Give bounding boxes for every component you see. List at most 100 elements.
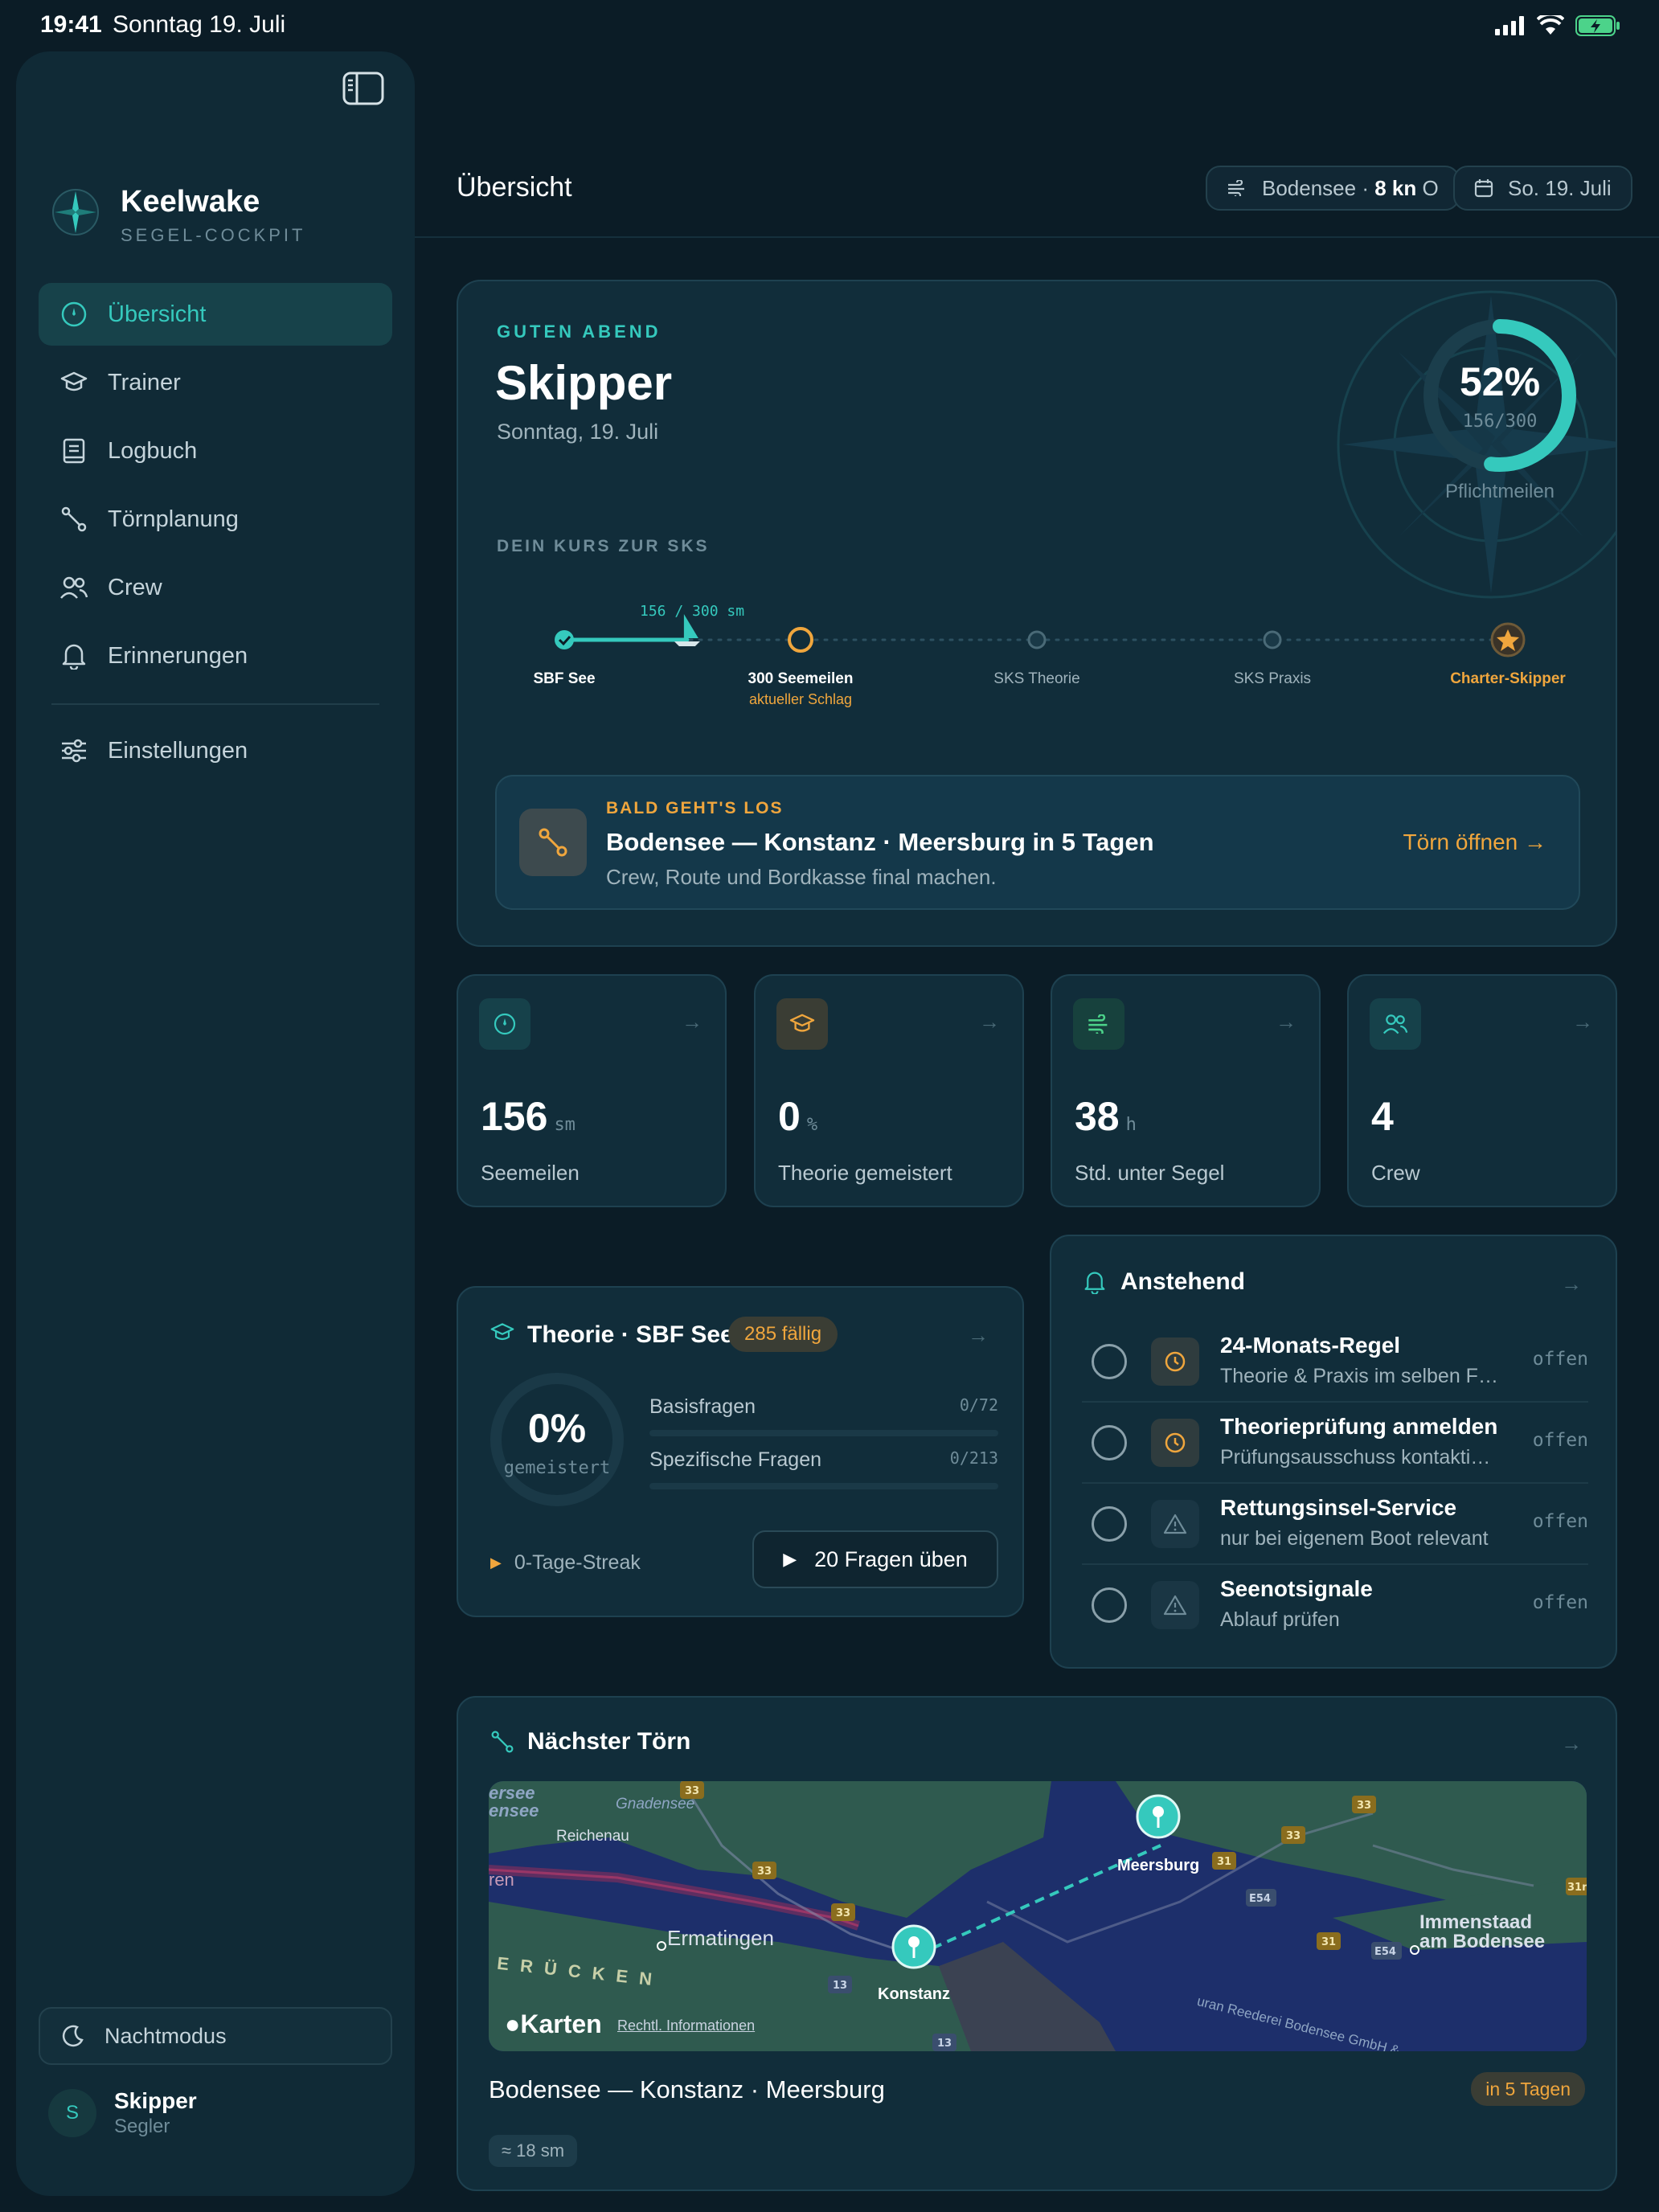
sidebar-toggle-icon[interactable] [342, 71, 384, 106]
open-trip-link[interactable]: Törn öffnen → [1403, 830, 1546, 855]
stop-label-sbf: SBF See [533, 670, 596, 687]
status-badge: offen [1532, 1511, 1588, 1532]
sidebar: Keelwake SEGEL-COCKPIT Übersicht Trainer… [16, 51, 415, 2196]
sliders-icon [62, 739, 86, 763]
stop-label-charter: Charter-Skipper [1450, 670, 1566, 687]
map-legal-link[interactable]: Rechtl. Informationen [617, 2017, 755, 2034]
streak-indicator: ▶ 0-Tage-Streak [490, 1551, 641, 1575]
status-badge: offen [1532, 1592, 1588, 1613]
route-icon [491, 1731, 514, 1753]
status-date: Sonntag 19. Juli [113, 11, 286, 38]
stat-card-crew[interactable]: → 4 Crew [1347, 974, 1617, 1207]
sidebar-item-label: Erinnerungen [108, 642, 248, 669]
item-desc: Theorie & Praxis im selben Fenster [1220, 1365, 1501, 1387]
theory-title: Theorie · SBF See [527, 1321, 734, 1348]
item-name: Theorieprüfung anmelden [1220, 1414, 1498, 1439]
svg-text:13: 13 [833, 1980, 847, 1992]
upcoming-list: 24-Monats-Regel Theorie & Praxis im selb… [1082, 1321, 1588, 1646]
greeting-name: Skipper [495, 356, 673, 410]
trip-route: Bodensee — Konstanz · Meersburg [489, 2075, 885, 2103]
stat-label: Crew [1371, 1161, 1420, 1185]
stat-card-seemeilen[interactable]: → 156 sm Seemeilen [457, 974, 727, 1207]
progress-bar [649, 1430, 998, 1436]
stop-open-marker [1263, 630, 1282, 649]
book-icon [63, 438, 85, 464]
next-trip-card[interactable]: Nächster Törn → 33 33 33 33 33 31 31 31 … [457, 1696, 1617, 2191]
sidebar-item-logbuch[interactable]: Logbuch [39, 420, 392, 482]
page-title: Übersicht [457, 172, 572, 203]
night-mode-button[interactable]: Nachtmodus [39, 2007, 392, 2065]
nav-divider [51, 703, 379, 705]
map-label: Gnadensee [616, 1796, 695, 1813]
compass-icon [61, 301, 87, 327]
stat-card-stunden[interactable]: → 38 h Std. unter Segel [1051, 974, 1321, 1207]
clock-icon [1151, 1337, 1199, 1386]
list-item[interactable]: Seenotsignale Ablauf prüfen offen [1082, 1565, 1588, 1646]
stat-card-theorie[interactable]: → 0% Theorie gemeistert [754, 974, 1024, 1207]
battery-charging-icon [1575, 15, 1620, 36]
theory-card[interactable]: Theorie · SBF See 285 fällig → 0% gemeis… [457, 1286, 1024, 1617]
checkbox[interactable] [1092, 1344, 1127, 1379]
map-label: Meersburg [1117, 1857, 1200, 1874]
upcoming-title: Anstehend [1120, 1268, 1246, 1295]
status-badge: offen [1532, 1349, 1588, 1370]
checkbox[interactable] [1092, 1587, 1127, 1623]
svg-text:33: 33 [1286, 1830, 1301, 1842]
graduation-cap-icon [789, 1014, 815, 1032]
sidebar-item-label: Einstellungen [108, 737, 248, 764]
users-icon [1382, 1014, 1408, 1034]
user-profile[interactable]: S Skipper Segler [48, 2088, 197, 2138]
bell-icon [62, 644, 86, 670]
svg-text:33: 33 [757, 1866, 772, 1878]
stop-done-marker [555, 630, 574, 649]
map-label: ensee [489, 1800, 539, 1821]
upcoming-trip-banner[interactable]: BALD GEHT'S LOS Bodensee — Konstanz · Me… [495, 775, 1580, 910]
arrow-right-icon[interactable]: → [1561, 1272, 1582, 1296]
route-map[interactable]: 33 33 33 33 33 31 31 31n E54 E54 13 13 e… [489, 1781, 1587, 2051]
svg-text:E54: E54 [1374, 1946, 1396, 1958]
route-icon [61, 506, 87, 532]
list-item[interactable]: Theorieprüfung anmelden Prüfungsausschus… [1082, 1403, 1588, 1484]
svg-text:E54: E54 [1249, 1893, 1271, 1905]
practice-button-label: 20 Fragen üben [814, 1546, 968, 1571]
sidebar-item-einstellungen[interactable]: Einstellungen [39, 719, 392, 782]
arrow-right-icon[interactable]: → [1561, 1731, 1582, 1756]
sidebar-item-trainer[interactable]: Trainer [39, 351, 392, 414]
list-item[interactable]: 24-Monats-Regel Theorie & Praxis im selb… [1082, 1321, 1588, 1403]
weather-pill[interactable]: Bodensee · 8 kn O [1206, 166, 1460, 211]
theory-percent-label: gemeistert [503, 1458, 611, 1478]
compass-icon [494, 1013, 516, 1035]
user-role: Segler [114, 2116, 170, 2137]
progress-count: 0/213 [949, 1448, 998, 1468]
map-label: Ermatingen [667, 1926, 774, 1950]
sailboat-icon [674, 614, 700, 646]
practice-questions-button[interactable]: ▶ 20 Fragen üben [752, 1530, 998, 1588]
map-label: Reichenau [556, 1828, 629, 1845]
miles-progress-label: Pflichtmeilen [1444, 481, 1555, 502]
checkbox[interactable] [1092, 1425, 1127, 1460]
sidebar-item-erinnerungen[interactable]: Erinnerungen [39, 625, 392, 687]
list-item[interactable]: Rettungsinsel-Service nur bei eigenem Bo… [1082, 1484, 1588, 1565]
svg-text:31: 31 [1321, 1936, 1336, 1948]
star-goal-icon [1490, 622, 1526, 657]
svg-text:13: 13 [937, 2038, 952, 2050]
progress-count: 0/72 [959, 1395, 998, 1415]
stat-icon-box [1370, 998, 1421, 1050]
sidebar-item-toernplanung[interactable]: Törnplanung [39, 488, 392, 551]
next-trip-title: Nächster Törn [527, 1728, 691, 1755]
checkbox[interactable] [1092, 1506, 1127, 1542]
apple-logo-icon: ● [505, 2009, 521, 2038]
sidebar-item-crew[interactable]: Crew [39, 556, 392, 619]
stat-label: Std. unter Segel [1075, 1161, 1225, 1185]
stop-sublabel-300: aktueller Schlag [748, 691, 853, 707]
stat-value: 4 [1371, 1094, 1394, 1139]
arrow-right-icon: → [1572, 1010, 1593, 1034]
arrow-right-icon[interactable]: → [968, 1323, 989, 1348]
date-pill[interactable]: So. 19. Juli [1453, 166, 1632, 211]
miles-progress-fraction: 156/300 [1462, 412, 1538, 432]
wind-icon [1228, 180, 1244, 196]
sidebar-item-uebersicht[interactable]: Übersicht [39, 283, 392, 346]
play-icon: ▶ [783, 1549, 797, 1569]
stat-label: Seemeilen [481, 1161, 580, 1185]
header-date: So. 19. Juli [1508, 175, 1612, 200]
